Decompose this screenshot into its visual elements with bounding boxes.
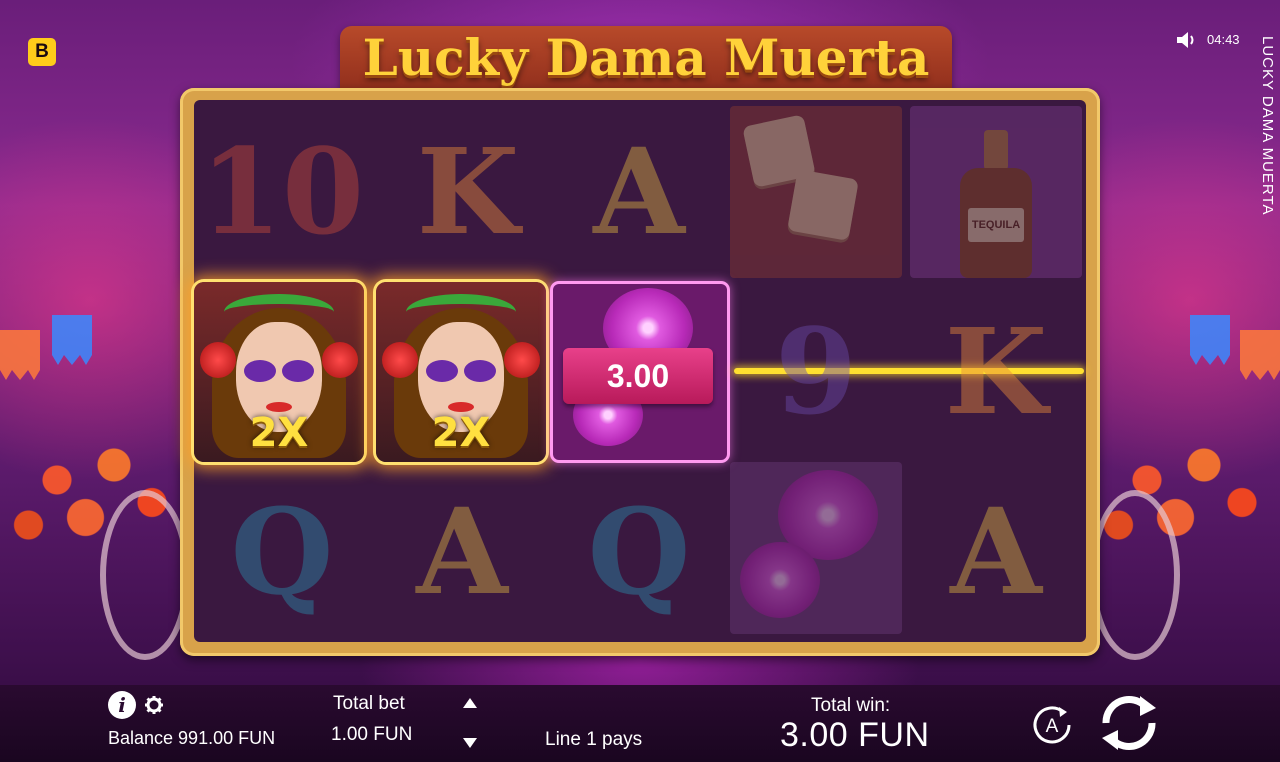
symbol-label: 9 xyxy=(774,302,858,441)
reel-symbol-ace: A xyxy=(376,466,548,638)
total-bet-label: Total bet xyxy=(333,693,405,714)
rose-icon xyxy=(504,342,540,378)
reel-symbol-tequila: TEQUILA xyxy=(910,106,1082,278)
reel-symbol-king: K xyxy=(910,286,1082,458)
brand-logo: B xyxy=(28,38,56,66)
game-title: Lucky Dama Muerta xyxy=(362,28,930,87)
gear-icon[interactable] xyxy=(144,695,164,715)
balance-display: Balance 991.00 FUN xyxy=(108,728,276,748)
rose-icon xyxy=(382,342,418,378)
cart-wheel-left xyxy=(100,490,190,660)
total-bet-value: 1.00 FUN xyxy=(331,724,413,745)
papel-picado-banner xyxy=(52,315,92,365)
autoplay-letter: A xyxy=(1046,716,1059,737)
arrow-up-icon[interactable] xyxy=(462,697,478,709)
symbol-label: A xyxy=(593,122,685,261)
reel-symbol-ace: A xyxy=(910,466,1082,638)
symbol-label: K xyxy=(416,122,520,261)
rose-icon xyxy=(200,342,236,378)
arrow-down-icon[interactable] xyxy=(462,737,478,749)
total-win-label: Total win: xyxy=(811,695,891,716)
reel-symbol-ace: A xyxy=(553,106,725,278)
papel-picado-banner xyxy=(0,330,40,380)
line-win-ribbon: 3.00 xyxy=(563,348,713,404)
cart-wheel-right xyxy=(1090,490,1180,660)
multiplier-badge: 2X xyxy=(431,410,491,456)
spin-icon[interactable] xyxy=(1094,690,1164,756)
symbol-label: A xyxy=(950,482,1042,621)
autoplay-icon[interactable]: A xyxy=(1029,702,1075,748)
reel-symbol-nine: 9 xyxy=(730,286,902,458)
info-icon[interactable]: i xyxy=(108,691,136,719)
tequila-bottle-icon: TEQUILA xyxy=(960,130,1032,280)
reel-symbol-queen: Q xyxy=(196,466,368,638)
symbol-label: 10 xyxy=(199,122,365,261)
multiplier-badge: 2X xyxy=(249,410,309,456)
symbol-label: A xyxy=(416,482,508,621)
clock: 04:43 xyxy=(1207,32,1240,47)
side-game-title: LUCKY DAMA MUERTA xyxy=(1259,36,1276,216)
rose-icon xyxy=(322,342,358,378)
papel-picado-banner xyxy=(1240,330,1280,380)
reel-symbol-king: K xyxy=(382,106,554,278)
line-pays-message: Line 1 pays xyxy=(545,729,643,750)
symbol-label: K xyxy=(944,302,1048,441)
dahlia-icon xyxy=(740,542,820,618)
reel-symbol-queen: Q xyxy=(553,466,725,638)
wild-dama-symbol: 2X xyxy=(376,282,546,462)
wild-dama-symbol: 2X xyxy=(194,282,364,462)
reel-symbol-dice xyxy=(730,106,902,278)
symbol-label: Q xyxy=(587,482,691,621)
tequila-label: TEQUILA xyxy=(968,208,1024,242)
papel-picado-banner xyxy=(1190,315,1230,365)
reel-symbol-flower xyxy=(730,462,902,634)
symbol-label: Q xyxy=(230,482,334,621)
sound-icon[interactable] xyxy=(1176,30,1198,50)
die-icon xyxy=(787,169,859,241)
reel-symbol-ten: 10 xyxy=(196,106,368,278)
total-win-value: 3.00 FUN xyxy=(780,716,930,754)
